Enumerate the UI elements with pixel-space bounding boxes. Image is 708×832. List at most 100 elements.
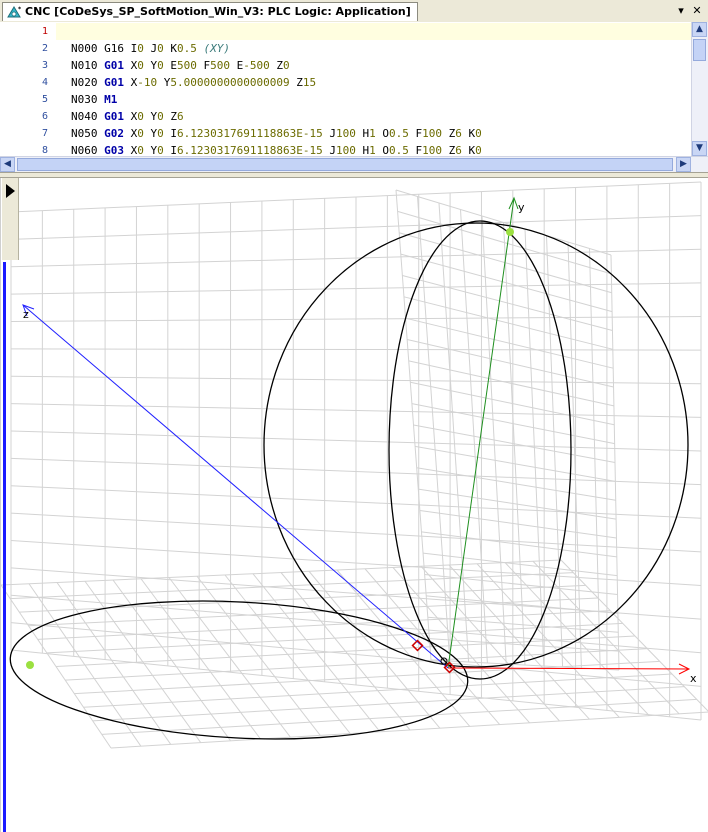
code-token: F	[408, 127, 423, 140]
horizontal-scrollbar[interactable]: ◀ ▶	[0, 156, 708, 173]
code-token: 6	[455, 144, 462, 156]
line-number: 1	[41, 26, 48, 37]
vertical-scroll-thumb[interactable]	[693, 39, 706, 61]
line-number: 3	[41, 60, 48, 71]
vertical-scrollbar[interactable]: ▲ ▼	[691, 22, 708, 156]
code-line[interactable]: N030 M1	[56, 91, 692, 108]
code-token: 0	[157, 110, 164, 123]
grid-line	[74, 660, 660, 695]
code-token: N040	[71, 110, 105, 123]
cnc-code-editor[interactable]: 12345678 N000 G16 I0 J0 K0.5 (XY) N010 G0…	[0, 22, 708, 173]
code-token: 0	[475, 127, 482, 140]
editor-tab[interactable]: * CNC [CoDeSys_SP_SoftMotion_Win_V3: PLC…	[2, 2, 418, 21]
line-number: 5	[41, 94, 48, 105]
x-axis-line	[447, 667, 690, 670]
code-line[interactable]: N050 G02 X0 Y0 I6.1230317691118863E-15 J…	[56, 125, 692, 142]
code-token: G03	[104, 144, 124, 156]
code-token: X	[124, 76, 138, 89]
code-token: J	[322, 127, 336, 140]
line-number: 6	[41, 111, 48, 122]
scroll-right-icon[interactable]: ▶	[676, 157, 691, 172]
timeline-bar[interactable]	[3, 262, 6, 832]
code-token: X	[124, 144, 138, 156]
line-number: 2	[41, 43, 48, 54]
code-token: K	[461, 144, 476, 156]
grid-line	[415, 445, 616, 482]
code-token: 100	[422, 144, 442, 156]
code-token: N050	[71, 127, 105, 140]
code-token: 100	[335, 127, 356, 140]
code-token: 0.5	[388, 127, 409, 140]
code-token: 6.1230317691118863E-15	[177, 144, 323, 156]
chevron-down-icon[interactable]: ▾	[674, 4, 688, 18]
code-token: J	[143, 42, 158, 55]
code-token: Y	[143, 59, 158, 72]
code-token: 100	[422, 127, 442, 140]
code-token: O	[375, 127, 389, 140]
code-line[interactable]	[56, 23, 692, 40]
grid-line	[1, 559, 562, 586]
code-token: 0	[137, 59, 144, 72]
code-token: G01	[104, 110, 124, 123]
code-token: 5.0000000000000009	[170, 76, 290, 89]
grid-line	[395, 189, 612, 256]
tab-title: CNC [CoDeSys_SP_SoftMotion_Win_V3: PLC L…	[25, 5, 411, 18]
code-token: X	[124, 110, 138, 123]
x-axis-label: x	[690, 672, 697, 685]
close-icon[interactable]: ✕	[690, 4, 704, 18]
play-icon[interactable]	[6, 184, 15, 198]
3d-path-view[interactable]: y z x	[0, 178, 708, 832]
code-token: 500	[177, 59, 197, 72]
cnc-program-icon: *	[7, 6, 22, 18]
code-line[interactable]: N020 G01 X-10 Y5.0000000000000009 Z15	[56, 74, 692, 91]
code-token: G02	[104, 127, 124, 140]
code-token: Y	[157, 76, 171, 89]
grid-line	[416, 467, 616, 501]
code-token: N000	[71, 42, 105, 55]
start-point-icon	[26, 661, 34, 669]
code-token: I	[163, 127, 177, 140]
grid-line	[407, 339, 614, 388]
code-token: 0	[137, 42, 144, 55]
code-line[interactable]: N010 G01 X0 Y0 E500 F500 E-500 Z0	[56, 57, 692, 74]
code-token: 0	[137, 110, 144, 123]
code-line[interactable]: N000 G16 I0 J0 K0.5 (XY)	[56, 40, 692, 57]
path-3d-canvas: y z x	[1, 181, 708, 749]
code-token: Y	[143, 144, 158, 156]
scroll-down-icon[interactable]: ▼	[692, 141, 707, 156]
code-token: Y	[143, 110, 158, 123]
code-token: N010	[71, 59, 105, 72]
code-token: 0	[157, 59, 164, 72]
code-token: N030	[71, 93, 105, 106]
code-line[interactable]: N060 G03 X0 Y0 I6.1230317691118863E-15 J…	[56, 142, 692, 156]
grid-line	[92, 686, 685, 722]
code-token: -500	[243, 59, 270, 72]
code-token: E	[163, 59, 177, 72]
scroll-left-icon[interactable]: ◀	[0, 157, 15, 172]
z-axis-label: z	[23, 308, 29, 321]
grid-line	[405, 317, 614, 369]
code-token: 0.5	[388, 144, 409, 156]
code-token: F	[196, 59, 211, 72]
code-token: 6	[455, 127, 462, 140]
code-token: 0	[157, 144, 164, 156]
code-area[interactable]: N000 G16 I0 J0 K0.5 (XY) N010 G01 X0 Y0 E…	[56, 22, 692, 156]
scroll-up-icon[interactable]: ▲	[692, 22, 707, 37]
code-token: 0	[137, 127, 144, 140]
code-token: H	[355, 127, 370, 140]
code-token: 6	[177, 110, 184, 123]
code-token: I	[124, 42, 138, 55]
svg-text:*: *	[18, 6, 22, 13]
code-token: 500	[210, 59, 230, 72]
code-token: K	[163, 42, 177, 55]
code-line[interactable]: N040 G01 X0 Y0 Z6	[56, 108, 692, 125]
code-token: Z	[289, 76, 303, 89]
horizontal-scroll-thumb[interactable]	[17, 158, 673, 171]
grid-line	[10, 348, 702, 351]
grid-line	[408, 360, 615, 407]
cnc-editor-window: * CNC [CoDeSys_SP_SoftMotion_Win_V3: PLC…	[0, 0, 708, 832]
line-number-gutter: 12345678	[0, 22, 56, 156]
code-token: I	[163, 144, 177, 156]
line-number: 7	[41, 128, 48, 139]
